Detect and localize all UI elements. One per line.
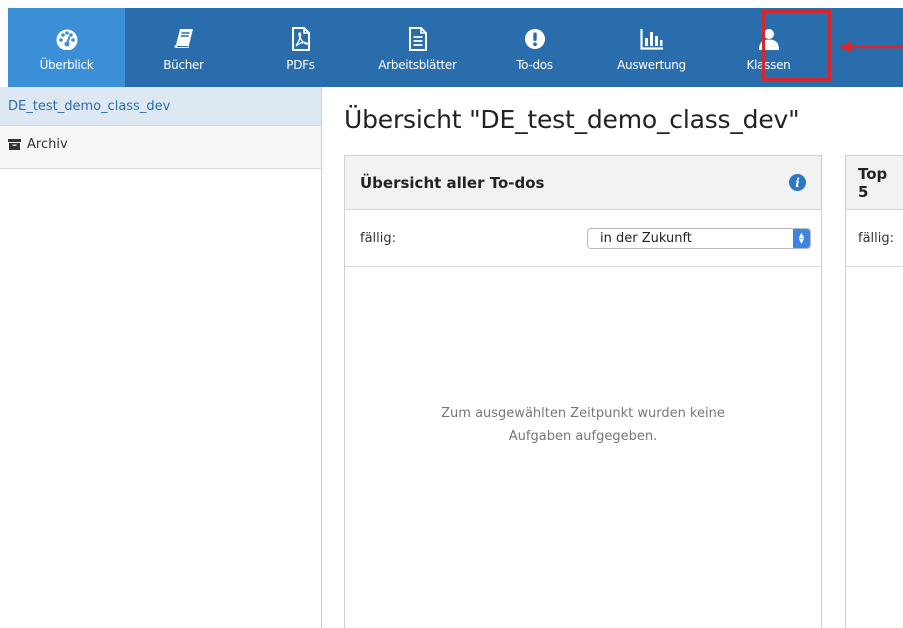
- nav-item-auswertung[interactable]: Auswertung: [593, 8, 710, 87]
- info-icon[interactable]: i: [789, 174, 806, 191]
- nav-label: Arbeitsblätter: [378, 57, 457, 72]
- worksheet-icon: [408, 24, 427, 54]
- select-arrows-icon: ▲ ▼: [793, 228, 810, 248]
- bar-chart-icon: [639, 24, 664, 54]
- empty-state-message: Zum ausgewählten Zeitpunkt wurden keine …: [345, 402, 821, 448]
- user-icon: [758, 24, 780, 54]
- nav-label: Auswertung: [617, 57, 686, 72]
- nav-item-arbeitsblaetter[interactable]: Arbeitsblätter: [359, 8, 476, 87]
- filter-row: fällig: in der Zukunft ▲ ▼: [345, 210, 821, 267]
- filter-label: fällig:: [858, 230, 895, 246]
- todo-overview-panel: Übersicht aller To-dos i fällig: in der …: [344, 155, 822, 628]
- main-nav: Überblick Bücher PDFs Arbeitsblätter To-…: [8, 8, 903, 87]
- panel-title: Übersicht aller To-dos: [360, 173, 545, 192]
- empty-line-1: Zum ausgewählten Zeitpunkt wurden keine: [441, 406, 725, 421]
- nav-item-pdfs[interactable]: PDFs: [242, 8, 359, 87]
- archive-box-icon: [8, 139, 21, 150]
- due-filter-select[interactable]: in der Zukunft ▲ ▼: [587, 227, 811, 249]
- sidebar-item-label: DE_test_demo_class_dev: [8, 98, 171, 114]
- sidebar: DE_test_demo_class_dev Archiv: [0, 87, 322, 628]
- nav-label: PDFs: [286, 57, 315, 72]
- nav-label: To-dos: [516, 57, 553, 72]
- filter-label: fällig:: [360, 230, 397, 246]
- panel-header: Übersicht aller To-dos i: [345, 156, 821, 210]
- top5-panel: Top 5 fällig:: [845, 155, 903, 628]
- panel-title: Top 5: [858, 164, 888, 201]
- sidebar-item-class[interactable]: DE_test_demo_class_dev: [0, 87, 321, 126]
- exclamation-icon: [524, 24, 546, 54]
- empty-line-2: Aufgaben aufgegeben.: [508, 429, 658, 444]
- dashboard-icon: [55, 24, 79, 54]
- book-icon: [174, 24, 194, 54]
- sidebar-item-archive[interactable]: Archiv: [0, 126, 321, 169]
- pointer-arrow-icon: [839, 41, 903, 53]
- select-value: in der Zukunft: [600, 230, 692, 246]
- nav-label: Überblick: [39, 57, 94, 72]
- nav-item-klassen[interactable]: Klassen: [710, 8, 827, 87]
- nav-label: Klassen: [746, 57, 791, 72]
- panel-header: Top 5: [846, 156, 903, 210]
- top-navigation: Überblick Bücher PDFs Arbeitsblätter To-…: [0, 8, 903, 87]
- nav-label: Bücher: [163, 57, 204, 72]
- nav-item-buecher[interactable]: Bücher: [125, 8, 242, 87]
- nav-item-ueberblick[interactable]: Überblick: [8, 8, 125, 87]
- nav-item-todos[interactable]: To-dos: [476, 8, 593, 87]
- page-title: Übersicht "DE_test_demo_class_dev": [344, 105, 800, 134]
- pdf-icon: [291, 24, 310, 54]
- sidebar-item-label: Archiv: [27, 137, 68, 152]
- filter-row: fällig:: [846, 210, 903, 267]
